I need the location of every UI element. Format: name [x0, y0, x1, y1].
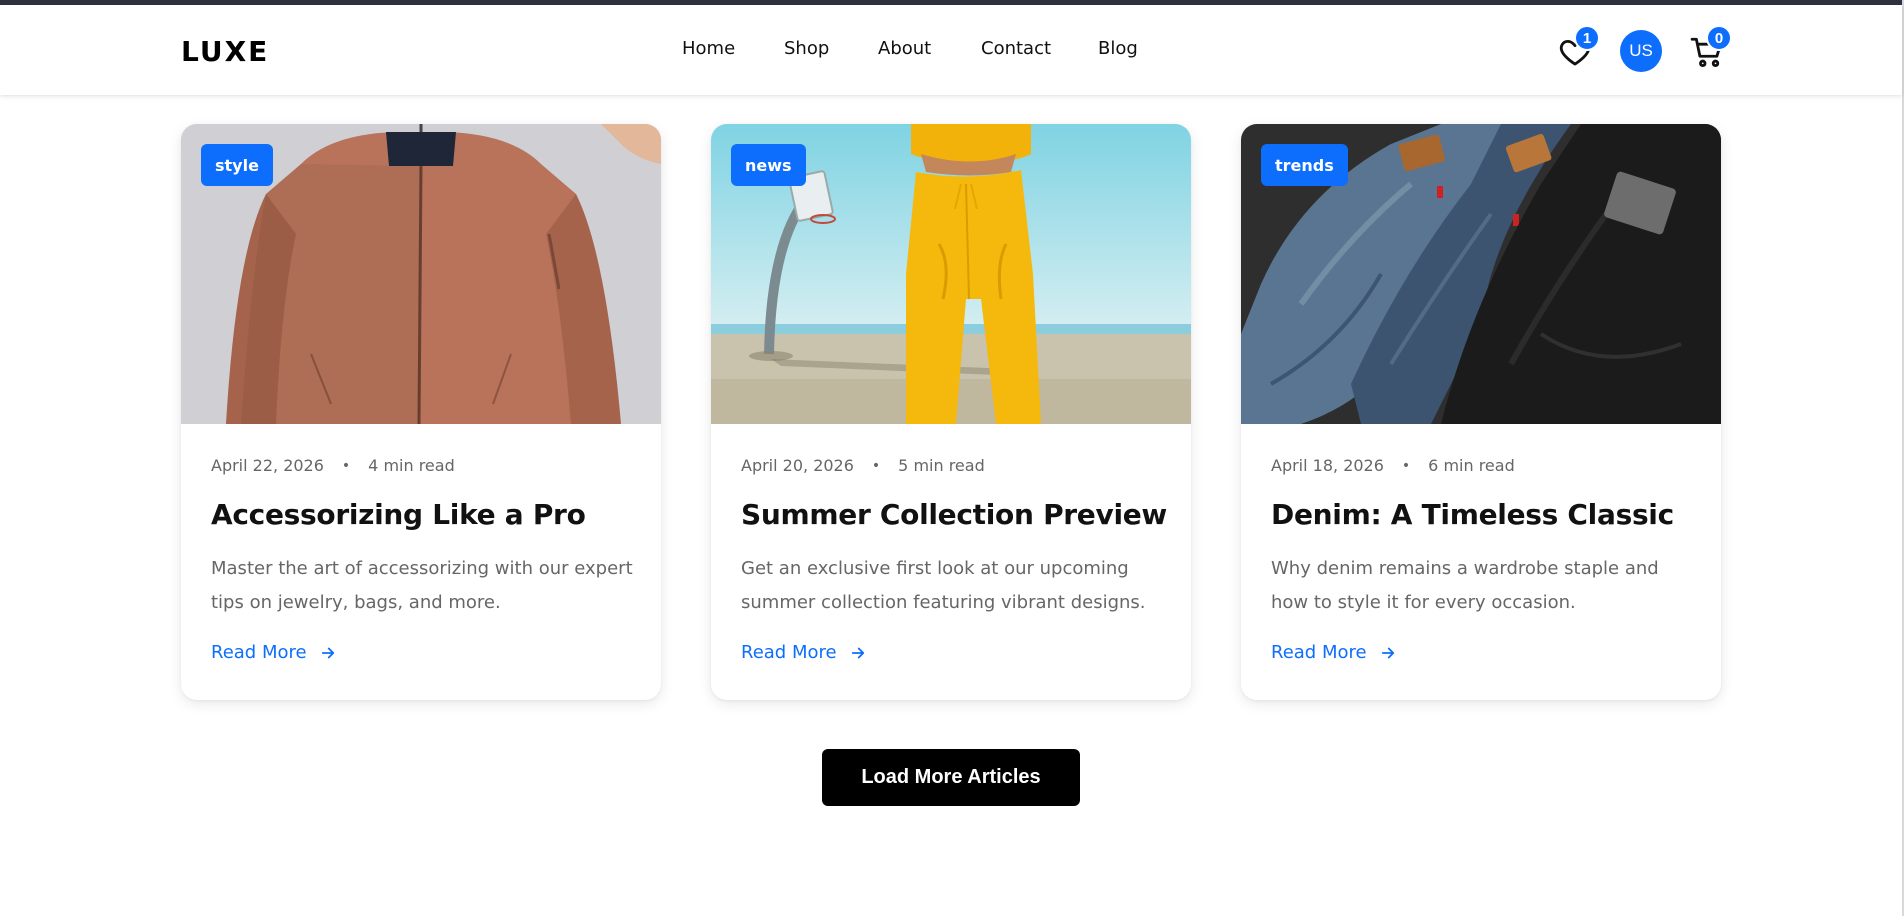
article-excerpt: Master the art of accessorizing with our… — [211, 558, 633, 613]
article-meta: April 22, 2026 • 4 min read — [211, 456, 455, 475]
nav-link-contact[interactable]: Contact — [981, 38, 1051, 59]
nav-link-shop[interactable]: Shop — [784, 38, 829, 59]
nav-link-home[interactable]: Home — [682, 38, 735, 59]
meta-separator: • — [871, 457, 881, 474]
read-more-label: Read More — [1271, 642, 1367, 663]
arrow-right-icon — [851, 647, 864, 658]
arrow-right-icon — [321, 647, 334, 658]
article-date: April 22, 2026 — [211, 456, 324, 475]
article-card: trends April 18, 2026 • 6 min read Denim… — [1241, 124, 1721, 700]
brand-logo[interactable]: LUXE — [181, 35, 269, 68]
article-card: style April 22, 2026 • 4 min read Access… — [181, 124, 661, 700]
category-tag[interactable]: news — [731, 144, 806, 186]
article-read-time: 6 min read — [1428, 456, 1515, 475]
wishlist-button[interactable]: 1 — [1558, 25, 1600, 69]
category-tag[interactable]: trends — [1261, 144, 1348, 186]
read-more-link[interactable]: Read More — [741, 642, 867, 663]
cart-count-badge: 0 — [1706, 25, 1732, 51]
article-excerpt: Get an exclusive first look at our upcom… — [741, 558, 1146, 613]
load-more-articles-button[interactable]: Load More Articles — [822, 749, 1080, 806]
article-excerpt: Why denim remains a wardrobe staple and … — [1271, 558, 1659, 613]
article-read-time: 4 min read — [368, 456, 455, 475]
nav-link-blog[interactable]: Blog — [1098, 38, 1138, 59]
article-card: news April 20, 2026 • 5 min read Summer … — [711, 124, 1191, 700]
article-meta: April 18, 2026 • 6 min read — [1271, 456, 1515, 475]
blog-grid: style April 22, 2026 • 4 min read Access… — [181, 124, 1722, 700]
article-title[interactable]: Summer Collection Preview — [741, 498, 1171, 531]
arrow-right-icon — [1381, 647, 1394, 658]
read-more-link[interactable]: Read More — [1271, 642, 1397, 663]
nav-link-about[interactable]: About — [878, 38, 931, 59]
user-avatar-button[interactable]: US — [1620, 30, 1662, 72]
cart-button[interactable]: 0 — [1690, 25, 1732, 69]
article-title[interactable]: Accessorizing Like a Pro — [211, 498, 641, 531]
read-more-label: Read More — [741, 642, 837, 663]
meta-separator: • — [1401, 457, 1411, 474]
category-tag[interactable]: style — [201, 144, 273, 186]
article-date: April 20, 2026 — [741, 456, 854, 475]
article-meta: April 20, 2026 • 5 min read — [741, 456, 985, 475]
article-date: April 18, 2026 — [1271, 456, 1384, 475]
read-more-link[interactable]: Read More — [211, 642, 337, 663]
wishlist-count-badge: 1 — [1574, 25, 1600, 51]
meta-separator: • — [341, 457, 351, 474]
read-more-label: Read More — [211, 642, 307, 663]
site-header: LUXE Home Shop About Contact Blog 1 US 0 — [0, 5, 1902, 95]
article-title[interactable]: Denim: A Timeless Classic — [1271, 498, 1701, 531]
article-read-time: 5 min read — [898, 456, 985, 475]
